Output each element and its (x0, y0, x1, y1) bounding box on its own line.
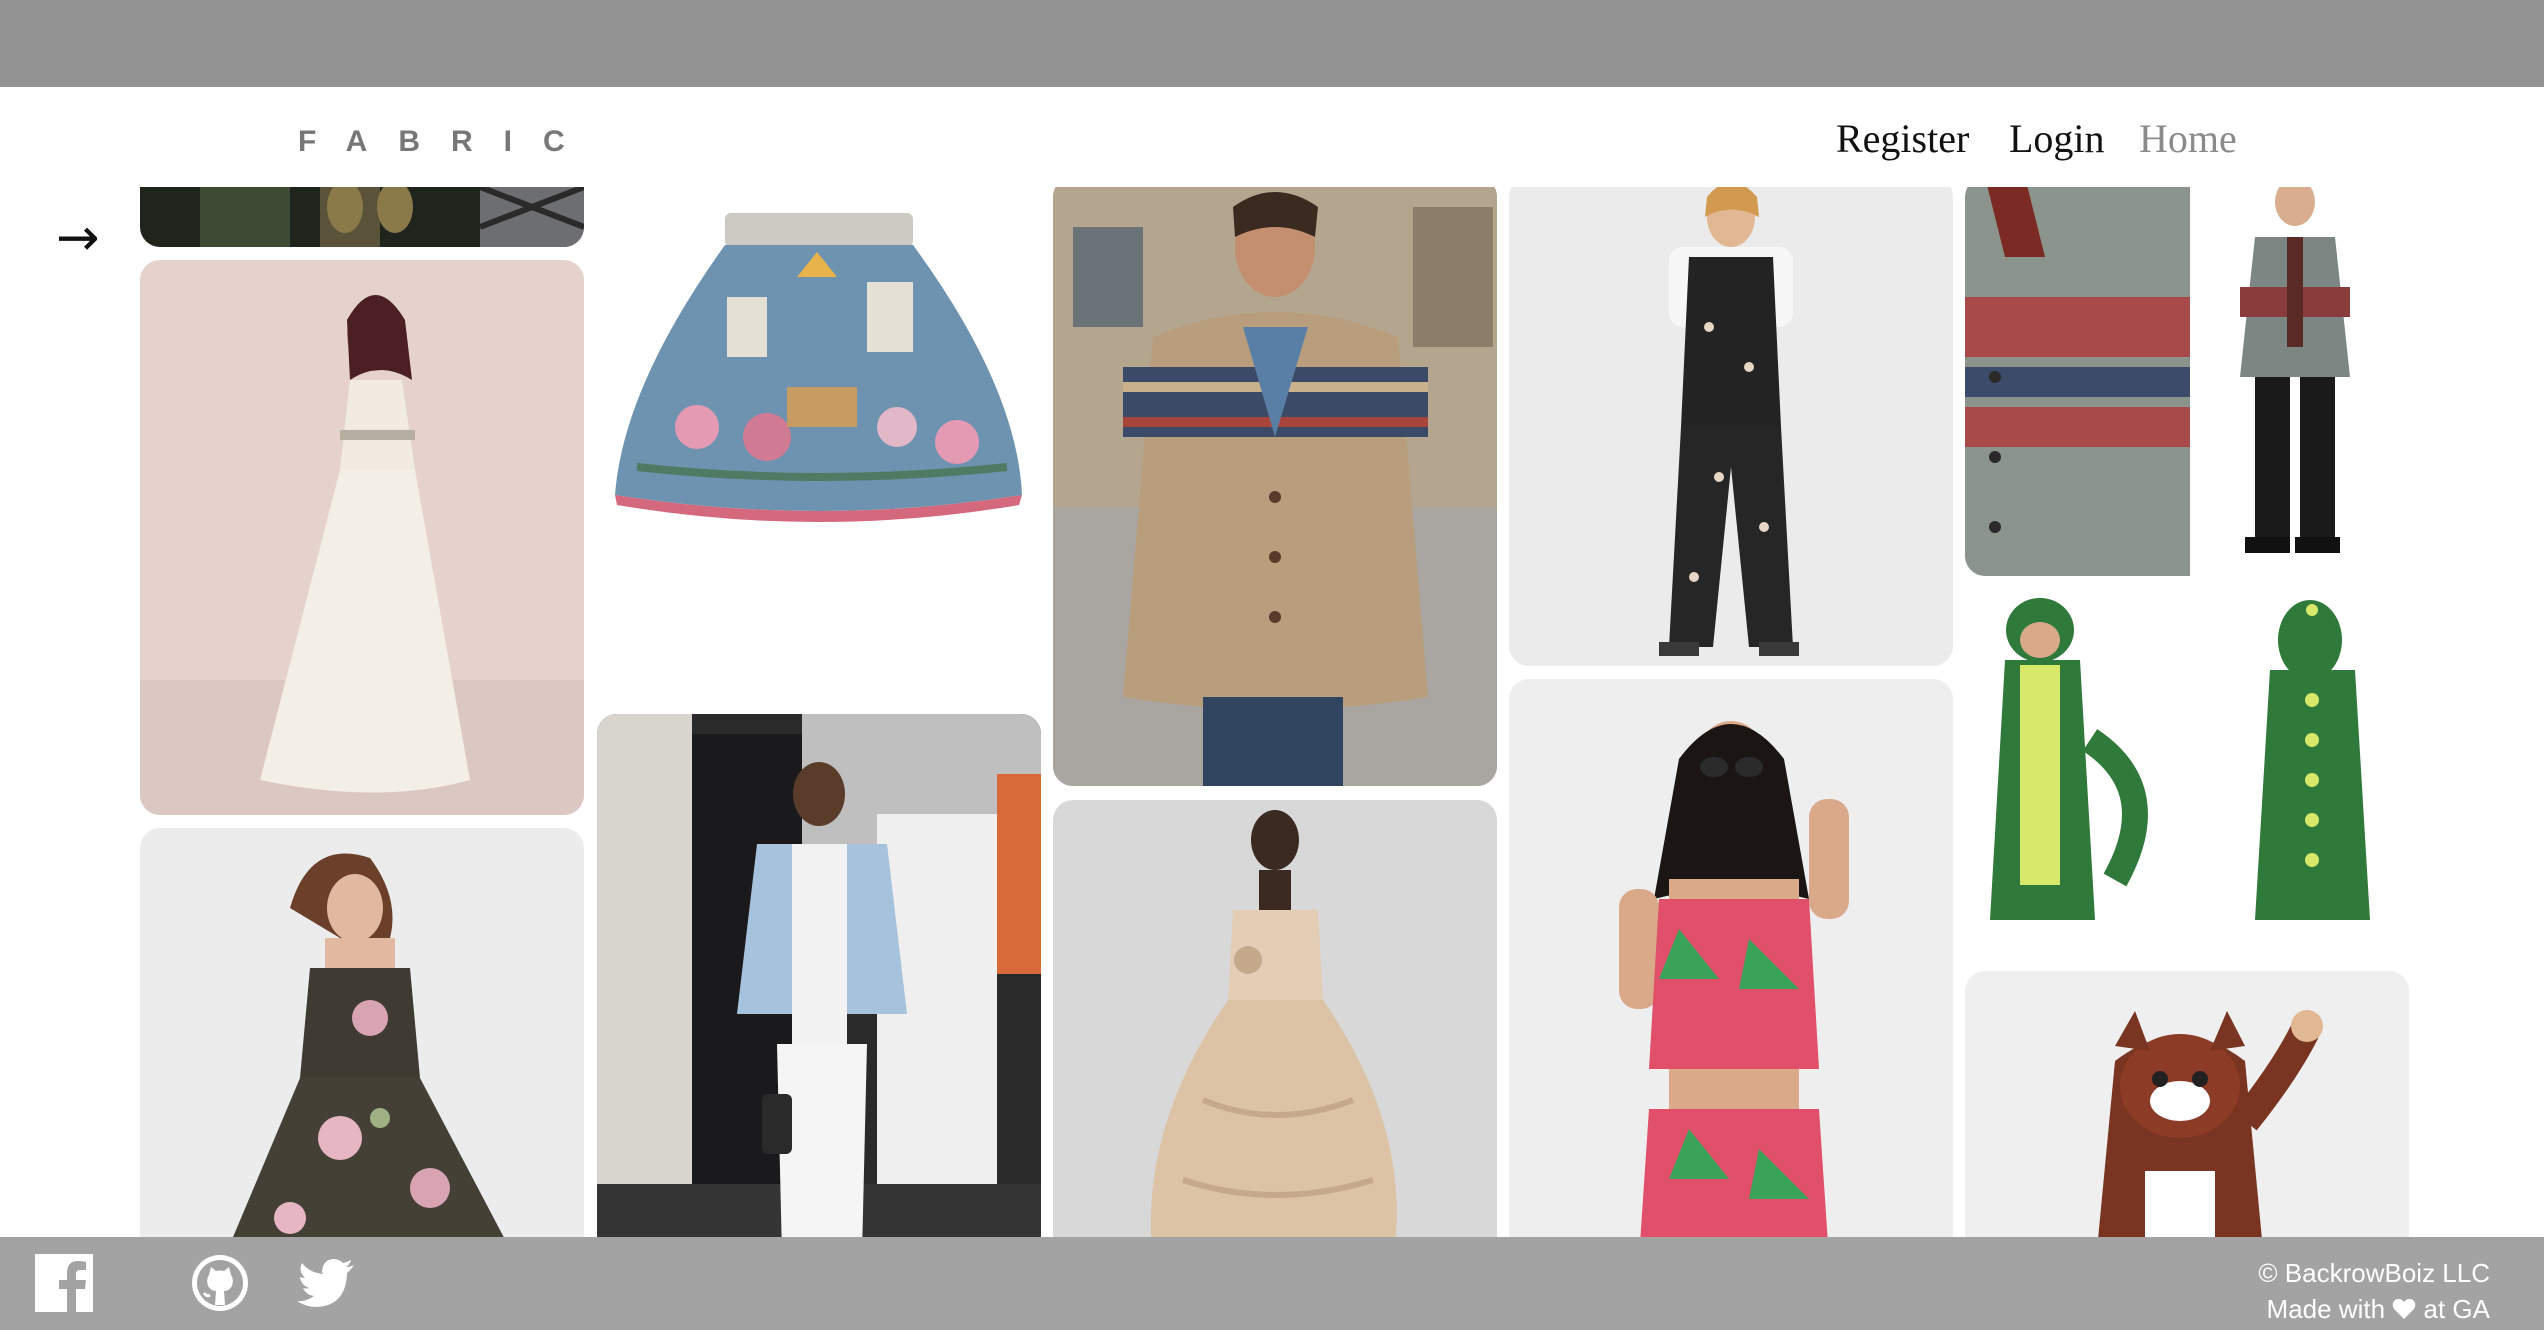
made-with-line: Made with at GA (2258, 1291, 2490, 1327)
dinosaur-onesie-image[interactable] (1965, 590, 2409, 966)
beige-ruffle-gown-image[interactable] (1053, 800, 1497, 1237)
nav-register[interactable]: Register (1836, 115, 1969, 162)
nav-home[interactable]: Home (2139, 115, 2237, 162)
floral-jumpsuit-image[interactable] (1509, 187, 1953, 666)
nav-login[interactable]: Login (2009, 115, 2105, 162)
header: FABRIC Register Login Home (0, 87, 2544, 187)
floral-strapless-dress-image[interactable] (140, 828, 584, 1237)
top-band (0, 0, 2544, 87)
red-panda-onesie-image[interactable] (1965, 971, 2409, 1237)
patterned-cardigan-image[interactable] (1965, 187, 2409, 576)
twitter-icon[interactable] (296, 1253, 356, 1313)
heart-icon (2392, 1291, 2416, 1327)
made-with-suffix: at GA (2423, 1294, 2490, 1324)
shawl-cardigan-image[interactable] (1053, 187, 1497, 786)
made-with-prefix: Made with (2266, 1294, 2386, 1324)
watermelon-print-set-image[interactable] (1509, 679, 1953, 1237)
copyright-text: © BackrowBoiz LLC (2258, 1258, 2490, 1288)
footer: © BackrowBoiz LLC Made with at GA (0, 1237, 2544, 1330)
printed-blue-skirt-image[interactable] (597, 187, 1041, 697)
dark-plaid-outfit-image[interactable] (140, 187, 584, 247)
copyright-block: © BackrowBoiz LLC Made with at GA (2258, 1255, 2490, 1327)
github-icon[interactable] (190, 1253, 250, 1313)
facebook-icon[interactable] (34, 1253, 94, 1313)
denim-jacket-outfit-image[interactable] (597, 714, 1041, 1237)
logo[interactable]: FABRIC (298, 125, 596, 159)
image-grid (0, 187, 2544, 1237)
white-gown-image[interactable] (140, 260, 584, 815)
